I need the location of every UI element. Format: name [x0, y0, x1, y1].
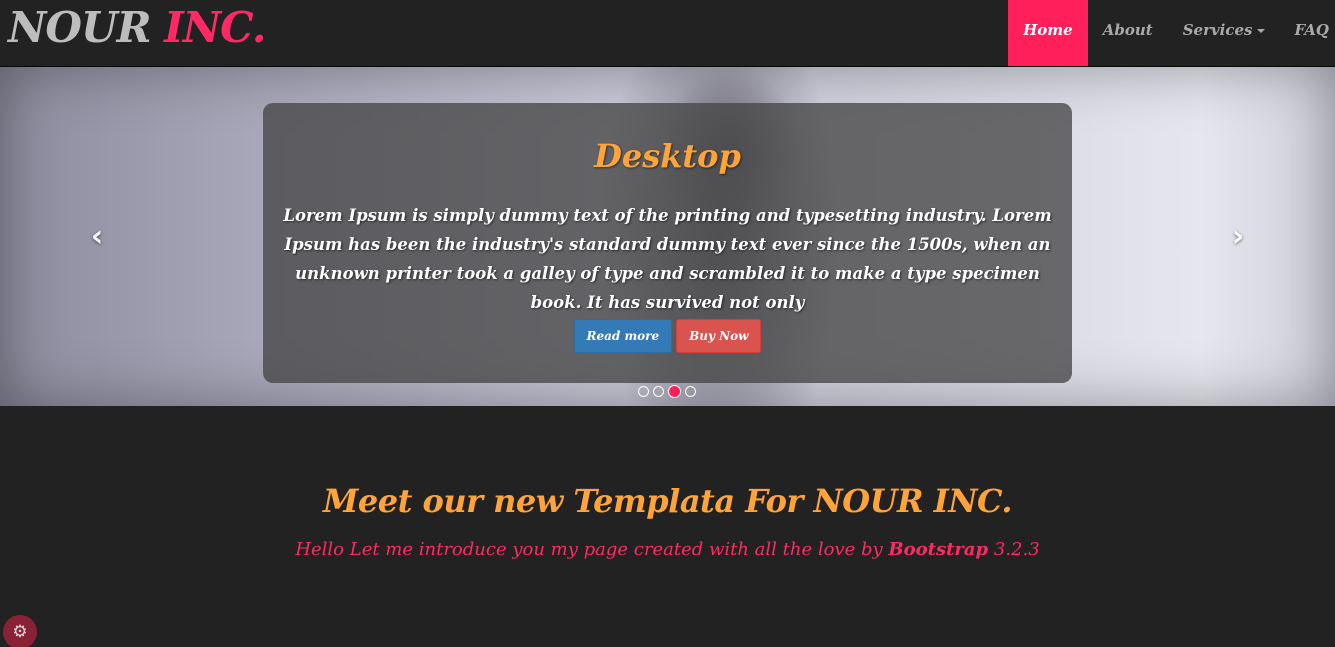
indicator-2[interactable]	[653, 386, 664, 397]
brand-logo[interactable]: NOUR INC.	[8, 2, 267, 54]
gear-icon[interactable]: ⚙	[3, 615, 37, 647]
indicator-4[interactable]	[685, 386, 696, 397]
buy-now-button[interactable]: Buy Now	[676, 319, 762, 353]
nav-home[interactable]: Home	[1008, 0, 1088, 66]
hero-carousel: ‹ › Desktop Lorem Ipsum is simply dummy …	[0, 67, 1335, 406]
caption-buttons: Read more Buy Now	[263, 319, 1072, 353]
carousel-next-icon[interactable]: ›	[1218, 217, 1258, 257]
navbar: NOUR INC. Home About Services FAQ	[0, 0, 1335, 67]
intro-version: 3.2.3	[993, 539, 1040, 560]
caption-text: Lorem Ipsum is simply dummy text of the …	[283, 206, 1052, 312]
caret-down-icon	[1256, 29, 1265, 33]
brand-suffix: INC.	[164, 3, 266, 52]
intro-title: Meet our new Templata For NOUR INC.	[322, 482, 1013, 520]
brand-name: NOUR	[8, 3, 152, 52]
indicator-1[interactable]	[638, 386, 649, 397]
caption-title: Desktop	[594, 137, 741, 175]
carousel-prev-icon[interactable]: ‹	[77, 217, 117, 257]
nav-about[interactable]: About	[1088, 0, 1168, 66]
read-more-button[interactable]: Read more	[573, 319, 673, 353]
carousel-indicators	[638, 385, 696, 398]
nav-faq[interactable]: FAQ	[1280, 0, 1335, 66]
indicator-3[interactable]	[668, 385, 681, 398]
intro-subtitle-text: Hello Let me introduce you my page creat…	[295, 539, 883, 560]
intro-bootstrap-link[interactable]: Bootstrap	[888, 539, 988, 560]
nav-services-label: Services	[1182, 21, 1253, 39]
carousel-caption: Desktop Lorem Ipsum is simply dummy text…	[263, 103, 1072, 383]
intro-subtitle: Hello Let me introduce you my page creat…	[0, 539, 1335, 560]
main-nav: Home About Services FAQ	[1008, 0, 1335, 66]
nav-services[interactable]: Services	[1168, 0, 1280, 66]
